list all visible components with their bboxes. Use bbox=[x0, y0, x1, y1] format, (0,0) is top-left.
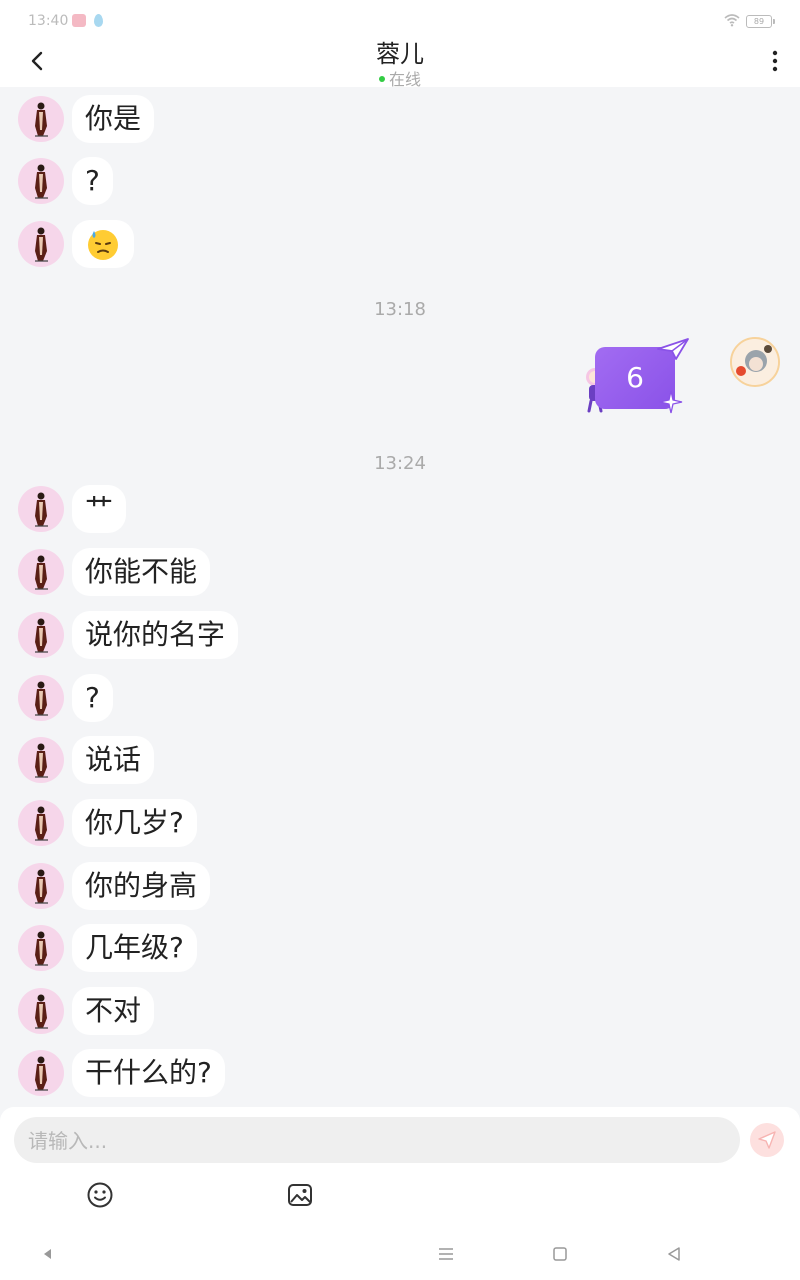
online-dot bbox=[378, 75, 385, 82]
message-row: 不对 bbox=[18, 987, 155, 1035]
wifi-icon bbox=[724, 14, 740, 27]
paper-plane-icon bbox=[657, 338, 689, 360]
back-nav-icon[interactable] bbox=[667, 1247, 681, 1261]
my-avatar[interactable] bbox=[730, 337, 780, 387]
message-input[interactable] bbox=[26, 1117, 710, 1165]
contact-avatar[interactable] bbox=[18, 96, 64, 142]
received-message-bubble[interactable]: ? bbox=[72, 674, 113, 722]
received-message-bubble[interactable]: 你能不能 bbox=[72, 548, 211, 596]
contact-avatar[interactable] bbox=[18, 675, 64, 721]
send-icon bbox=[758, 1131, 776, 1149]
received-message-bubble[interactable]: 艹 bbox=[72, 485, 127, 533]
app-notification-icon bbox=[72, 14, 86, 27]
chat-header: 蓉儿 在线 bbox=[0, 40, 800, 89]
received-message-bubble[interactable]: 你几岁? bbox=[72, 799, 197, 847]
timestamp: 13:24 bbox=[374, 453, 426, 474]
contact-avatar[interactable] bbox=[18, 988, 64, 1034]
received-message-bubble[interactable]: 干什么的? bbox=[72, 1049, 225, 1097]
contact-avatar[interactable] bbox=[18, 1050, 64, 1096]
image-picker-icon[interactable] bbox=[286, 1181, 314, 1209]
sweat-face-emoji-icon bbox=[88, 230, 118, 260]
sent-message-row: 6 bbox=[580, 337, 780, 427]
input-area bbox=[0, 1107, 800, 1227]
emoji-picker-icon[interactable] bbox=[86, 1181, 114, 1209]
battery-indicator: 89 bbox=[746, 15, 775, 28]
contact-avatar[interactable] bbox=[18, 486, 64, 532]
message-row: 几年级? bbox=[18, 924, 197, 972]
received-emoji-bubble[interactable] bbox=[72, 220, 134, 268]
message-row bbox=[18, 220, 134, 268]
message-row: 你几岁? bbox=[18, 799, 197, 847]
received-message-bubble[interactable]: 你是 bbox=[72, 95, 155, 143]
status-time: 13:40 bbox=[28, 13, 69, 29]
received-message-bubble[interactable]: 说话 bbox=[72, 736, 155, 784]
contact-avatar[interactable] bbox=[18, 158, 64, 204]
send-button[interactable] bbox=[750, 1123, 784, 1157]
received-message-bubble[interactable]: 不对 bbox=[72, 987, 155, 1035]
message-input-container bbox=[14, 1117, 740, 1165]
contact-avatar[interactable] bbox=[18, 800, 64, 846]
message-row: 说你的名字 bbox=[18, 611, 239, 659]
message-row: 说话 bbox=[18, 736, 155, 784]
contact-avatar[interactable] bbox=[18, 925, 64, 971]
keyboard-hide-icon[interactable] bbox=[44, 1249, 52, 1259]
message-row: 你是 bbox=[18, 95, 155, 143]
received-message-bubble[interactable]: ? bbox=[72, 157, 113, 205]
message-row: 你能不能 bbox=[18, 548, 211, 596]
message-row: 你的身高 bbox=[18, 862, 211, 910]
message-list[interactable]: 你是 ? 13:18 6 13:24 艹 你能不能 说你的名字 ? 说话 你几岁… bbox=[0, 87, 800, 1107]
received-message-bubble[interactable]: 几年级? bbox=[72, 924, 197, 972]
received-message-bubble[interactable]: 说你的名字 bbox=[72, 611, 239, 659]
home-icon[interactable] bbox=[553, 1247, 567, 1261]
contact-avatar[interactable] bbox=[18, 221, 64, 267]
message-row: 艹 bbox=[18, 485, 127, 533]
more-options-icon[interactable] bbox=[768, 48, 782, 74]
received-message-bubble[interactable]: 你的身高 bbox=[72, 862, 211, 910]
contact-avatar[interactable] bbox=[18, 612, 64, 658]
contact-avatar[interactable] bbox=[18, 737, 64, 783]
drop-notification-icon bbox=[94, 14, 103, 27]
menu-icon[interactable] bbox=[438, 1247, 454, 1261]
message-row: ? bbox=[18, 157, 113, 205]
timestamp: 13:18 bbox=[374, 299, 426, 320]
contact-avatar[interactable] bbox=[18, 863, 64, 909]
sparkle-icon bbox=[659, 390, 683, 414]
contact-name: 蓉儿 bbox=[376, 40, 424, 68]
contact-avatar[interactable] bbox=[18, 549, 64, 595]
message-row: ? bbox=[18, 674, 113, 722]
message-row: 干什么的? bbox=[18, 1049, 225, 1097]
system-navigation-bar bbox=[0, 1227, 800, 1280]
